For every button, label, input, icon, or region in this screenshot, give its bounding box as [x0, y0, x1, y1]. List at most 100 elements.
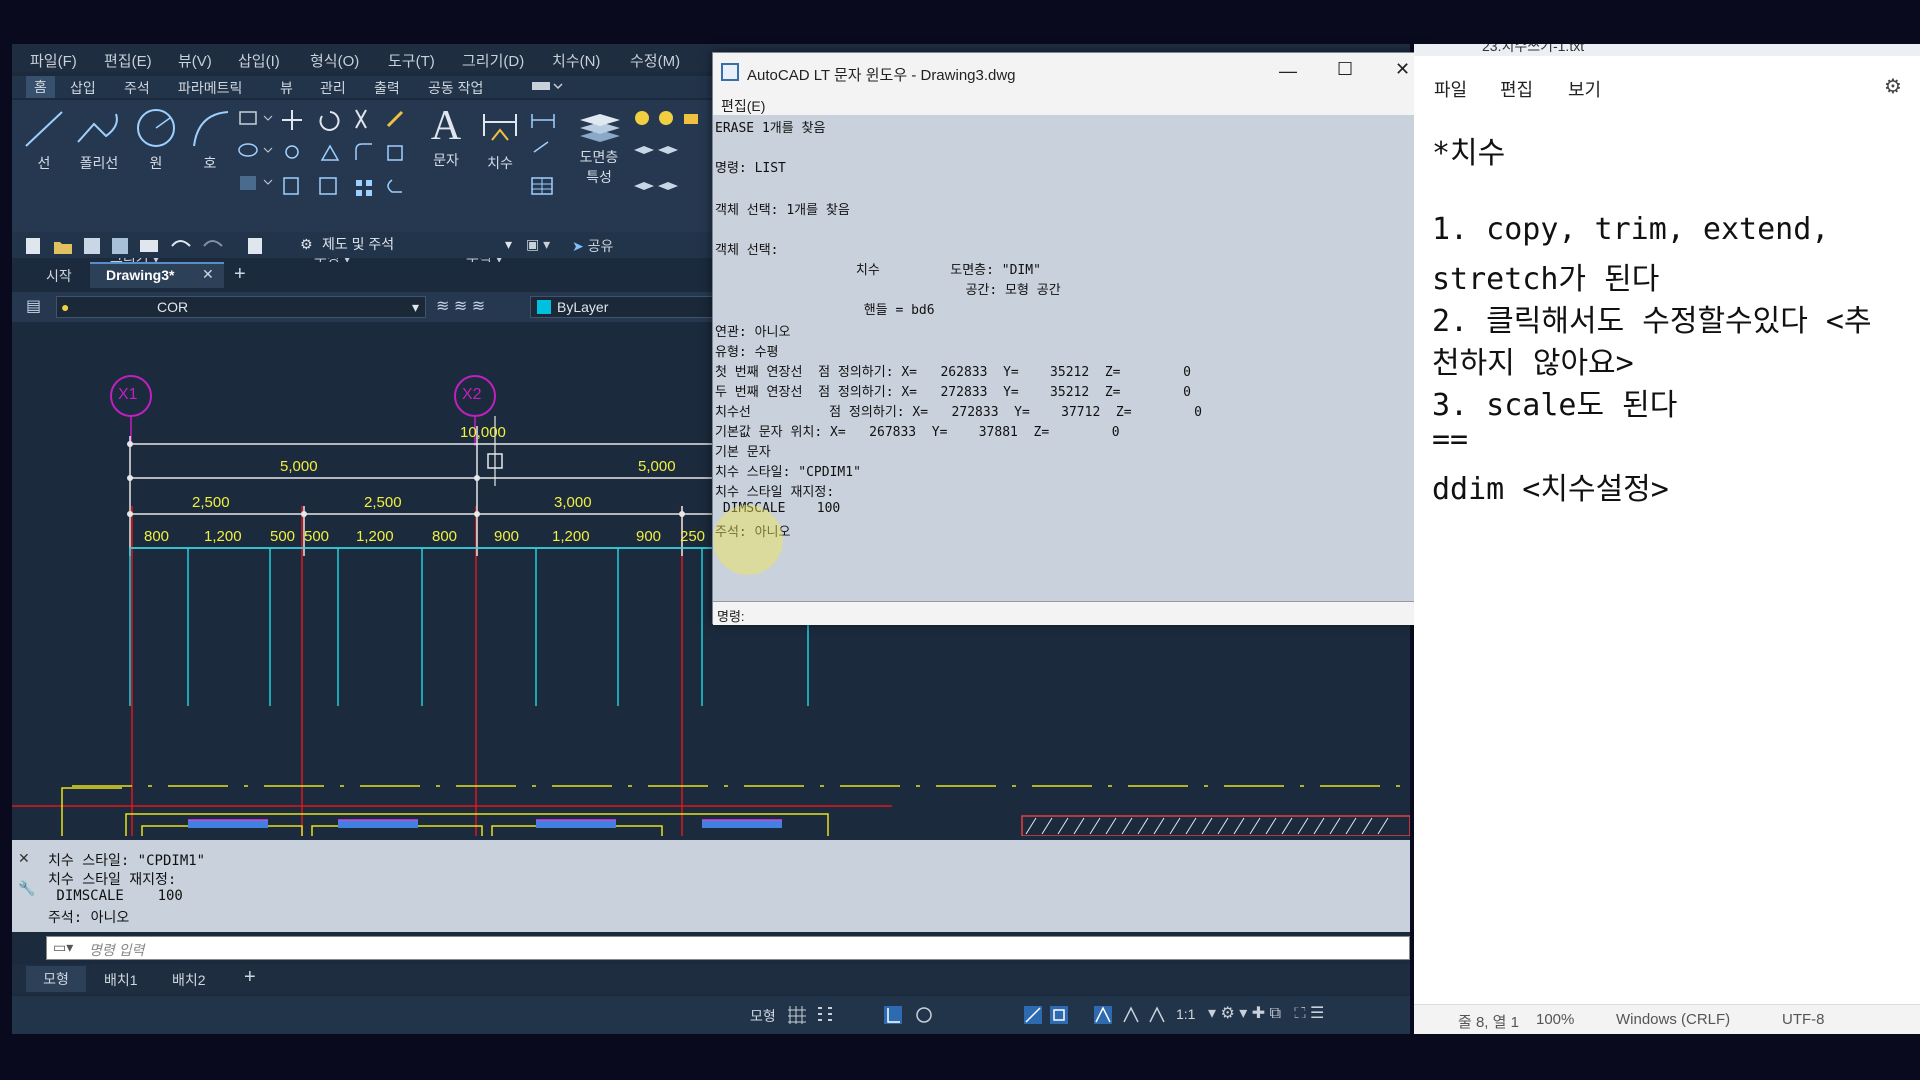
dim-text[interactable]: 5,000 [638, 458, 676, 475]
layer-properties-tool[interactable]: 도면층 특성 [574, 106, 624, 187]
text-line: 연관: 아니오 [715, 325, 791, 340]
notepad-menu: 파일 편집 보기 ⚙ [1414, 72, 1920, 104]
tab-home[interactable]: 홈 [26, 76, 55, 98]
text-window: AutoCAD LT 문자 윈도우 - Drawing3.dwg — ☐ ✕ 편… [712, 52, 1434, 625]
quick-access-icons[interactable] [22, 236, 282, 256]
tab-insert[interactable]: 삽입 [70, 78, 96, 98]
text-window-command-line[interactable]: 명령: [713, 601, 1433, 625]
dim-text[interactable]: 900 [636, 528, 661, 545]
status-toggles-icon[interactable] [788, 1004, 1168, 1026]
layer-match-icon[interactable]: ≋ ≋ ≋ [436, 296, 485, 316]
layer-combo[interactable]: ● COR ▾ [56, 296, 426, 318]
close-icon[interactable]: ✕ [1395, 59, 1410, 80]
plot-icon[interactable]: ▣ ▾ [526, 236, 550, 253]
ribbon-options-icon[interactable] [530, 76, 564, 99]
dim-text[interactable]: 500 [304, 528, 329, 545]
notepad-tab-strip: 23.치수쓰기-1.txt [1414, 44, 1920, 56]
new-layout-icon[interactable]: + [244, 966, 256, 989]
command-prompt: 명령: [717, 609, 745, 624]
minimize-icon[interactable]: — [1279, 61, 1297, 82]
color-combo[interactable]: ByLayer [530, 296, 720, 318]
model-space-toggle[interactable]: 모형 [750, 1006, 776, 1026]
tab-view[interactable]: 뷰 [280, 78, 293, 98]
menu-insert[interactable]: 삽입(I) [238, 50, 280, 71]
menu-dimension[interactable]: 치수(N) [552, 50, 600, 71]
arc-tool[interactable]: 호 [188, 106, 232, 173]
polyline-tool[interactable]: 폴리선 [72, 106, 126, 173]
menu-modify[interactable]: 수정(M) [630, 50, 680, 71]
command-prompt-icon[interactable]: ▭▾ [53, 939, 73, 956]
notepad-status-bar: 줄 8, 열 1 100% Windows (CRLF) UTF-8 [1414, 1004, 1920, 1034]
tab-drawing3[interactable]: Drawing3* ✕ [90, 262, 224, 288]
menu-edit[interactable]: 편집 [1500, 76, 1533, 102]
dim-text[interactable]: 1,200 [204, 528, 242, 545]
dim-text[interactable]: 10,000 [460, 424, 506, 441]
menu-view[interactable]: 뷰(V) [178, 50, 212, 71]
tab-model[interactable]: 모형 [26, 966, 86, 992]
maximize-icon[interactable]: ☐ [1337, 59, 1353, 80]
dim-text[interactable]: 2,500 [192, 494, 230, 511]
layers-icon [580, 114, 620, 142]
circle-tool[interactable]: 원 [132, 106, 180, 173]
command-input[interactable]: ▭▾ 명령 입력 [46, 936, 1410, 960]
dimension-tool[interactable]: 치수 [478, 106, 522, 173]
layer-tools-icon[interactable] [630, 108, 710, 218]
tab-collaborate[interactable]: 공동 작업 [428, 78, 483, 98]
menu-format[interactable]: 형식(O) [310, 50, 359, 71]
chevron-down-icon: ▾ [504, 236, 512, 252]
workspace-combo[interactable]: ⚙ 제도 및 주석 ▾ [296, 234, 518, 256]
chevron-down-icon: ▾ [411, 299, 419, 315]
tab-layout2[interactable]: 배치2 [172, 970, 206, 990]
menu-view[interactable]: 보기 [1568, 76, 1601, 102]
dim-text[interactable]: 2,500 [364, 494, 402, 511]
line-ending[interactable]: Windows (CRLF) [1616, 1011, 1730, 1028]
annotation-scale[interactable]: 1:1 [1176, 1006, 1195, 1022]
menu-file[interactable]: 파일 [1434, 76, 1467, 102]
text-window-content[interactable]: ERASE 1개를 찾음 명령: LIST 객체 선택: 1개를 찾음 객체 선… [713, 115, 1433, 601]
text-window-titlebar[interactable]: AutoCAD LT 문자 윈도우 - Drawing3.dwg — ☐ ✕ [713, 53, 1433, 93]
text-line: 공간: 모형 공간 [715, 283, 1061, 298]
text-line: 치수선 점 정의하기: X= 272833 Y= 37712 Z= 0 [715, 405, 1203, 420]
annotation-tools-icon[interactable] [528, 108, 568, 218]
dim-text[interactable]: 800 [144, 528, 169, 545]
dim-text[interactable]: 800 [432, 528, 457, 545]
layout-tabs: 모형 배치1 배치2 + [12, 964, 1410, 994]
notepad-tab-title[interactable]: 23.치수쓰기-1.txt [1482, 44, 1584, 56]
dim-text[interactable]: 900 [494, 528, 519, 545]
dim-text[interactable]: 3,000 [554, 494, 592, 511]
line-tool[interactable]: 선 [22, 106, 66, 173]
dimension-label: 치수 [487, 155, 513, 171]
close-icon[interactable]: ✕ [18, 850, 30, 867]
modify-tools-icon[interactable] [280, 106, 420, 226]
menu-edit[interactable]: 편집(E) [104, 50, 152, 71]
dim-text[interactable]: 5,000 [280, 458, 318, 475]
zoom-level[interactable]: 100% [1536, 1011, 1574, 1028]
tab-parametric[interactable]: 파라메트릭 [178, 78, 242, 98]
gear-icon[interactable]: ▾ ⚙ ▾ ✚ ⧉ ⛶ ☰ [1208, 1003, 1324, 1023]
editor-line: 천하지 않아요> [1432, 346, 1634, 381]
menu-tools[interactable]: 도구(T) [388, 50, 435, 71]
draw-tools-icon[interactable] [236, 108, 280, 218]
layer-state-icon[interactable]: ▤ [26, 296, 41, 316]
tab-annotate[interactable]: 주석 [124, 78, 150, 98]
encoding[interactable]: UTF-8 [1782, 1011, 1825, 1028]
tab-start[interactable]: 시작 [46, 266, 72, 286]
dim-text[interactable]: 1,200 [552, 528, 590, 545]
tab-output[interactable]: 출력 [374, 78, 400, 98]
dim-text[interactable]: 1,200 [356, 528, 394, 545]
close-tab-icon[interactable]: ✕ [202, 266, 214, 283]
text-tool[interactable]: A 문자 [424, 102, 468, 170]
dim-text[interactable]: 500 [270, 528, 295, 545]
menu-edit[interactable]: 편집(E) [721, 96, 765, 116]
wrench-icon[interactable]: 🔧 [18, 880, 35, 897]
tab-manage[interactable]: 관리 [320, 78, 346, 98]
circle-icon [137, 109, 175, 147]
new-tab-icon[interactable]: + [234, 263, 246, 286]
share-button[interactable]: ➤ 공유 [572, 236, 613, 256]
settings-gear-icon[interactable]: ⚙ [1884, 74, 1902, 99]
menu-file[interactable]: 파일(F) [30, 50, 77, 71]
menu-draw[interactable]: 그리기(D) [462, 50, 524, 71]
dim-text[interactable]: 250 [680, 528, 705, 545]
layer-light-icon: ● [61, 299, 70, 315]
tab-layout1[interactable]: 배치1 [104, 970, 138, 990]
